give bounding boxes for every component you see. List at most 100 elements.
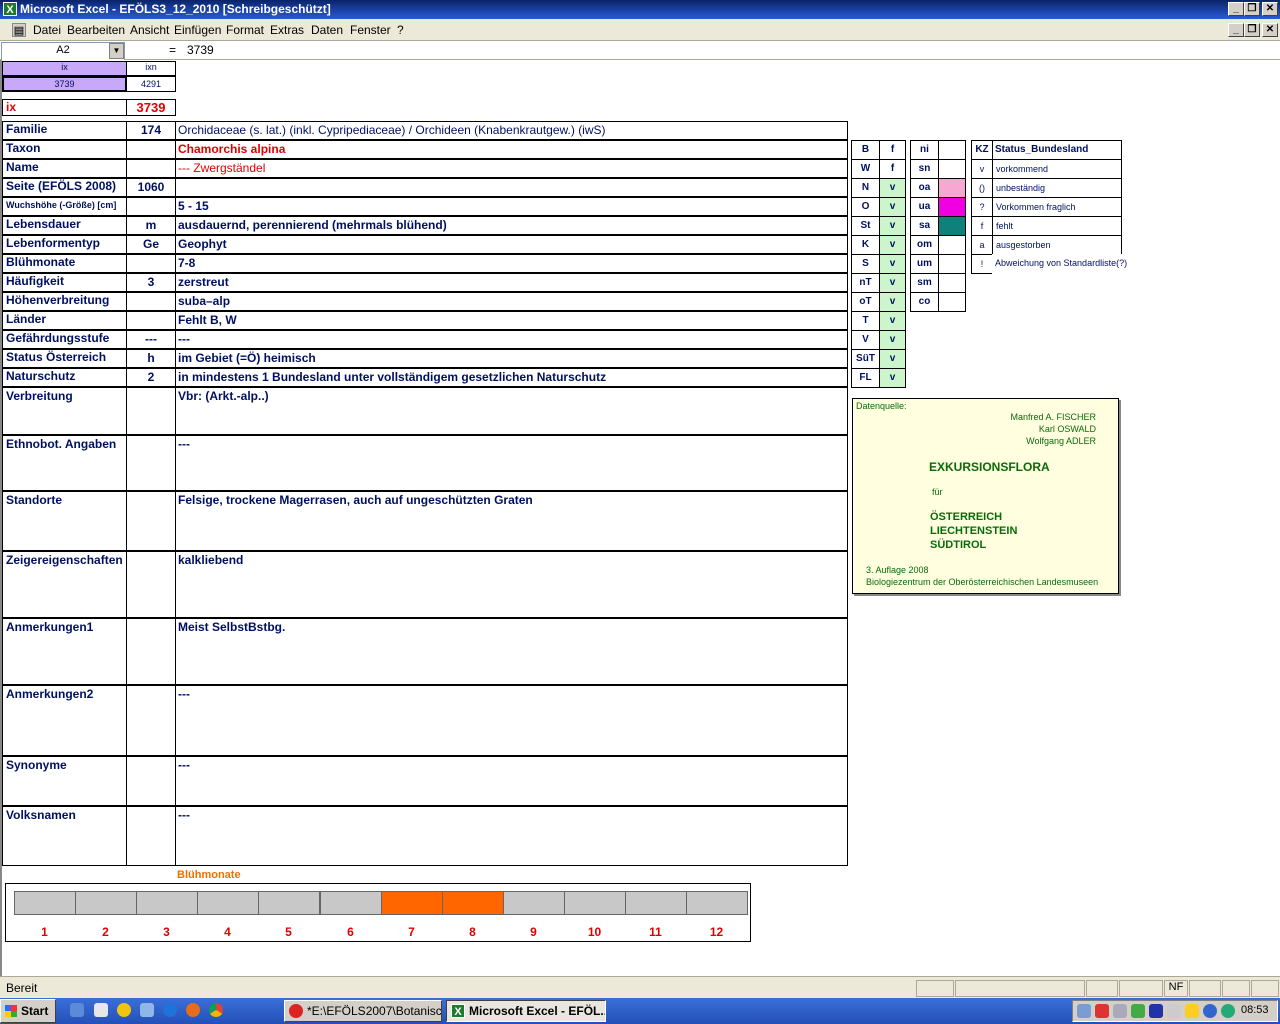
formula-input[interactable]: 3739 — [187, 43, 214, 57]
menu-daten[interactable]: Daten — [311, 23, 343, 37]
note-text[interactable]: Felsige, trockene Magerrasen, auch auf u… — [175, 491, 848, 551]
zone-color-swatch[interactable] — [938, 159, 966, 179]
row-text[interactable]: ausdauernd, perennierend (mehrmals blühe… — [175, 216, 848, 235]
note-text[interactable]: --- — [175, 685, 848, 756]
close-button[interactable]: ✕ — [1262, 2, 1278, 16]
row-label[interactable]: Status Österreich — [2, 349, 127, 368]
bundesland-code[interactable]: W — [851, 159, 880, 179]
status-key[interactable]: ! — [971, 254, 993, 274]
row-code[interactable]: h — [126, 349, 176, 368]
status-desc[interactable]: Vorkommen fraglich — [992, 197, 1122, 217]
menu-format[interactable]: Format — [226, 23, 264, 37]
note-code[interactable] — [126, 491, 176, 551]
row-label[interactable]: Naturschutz — [2, 368, 127, 387]
network-icon[interactable] — [140, 1003, 154, 1017]
row-text[interactable]: in mindestens 1 Bundesland unter vollstä… — [175, 368, 848, 387]
note-text[interactable]: --- — [175, 806, 848, 866]
ix-header[interactable]: ix — [2, 61, 127, 76]
warning-icon[interactable] — [1185, 1004, 1199, 1018]
bundesland-code[interactable]: B — [851, 140, 880, 160]
menu-bearbeiten[interactable]: Bearbeiten — [67, 23, 125, 37]
row-text[interactable]: --- Zwergständel — [175, 159, 848, 178]
nvidia-icon[interactable] — [1167, 1004, 1181, 1018]
note-text[interactable]: Vbr: (Arkt.-alp..) — [175, 387, 848, 435]
status-key[interactable]: v — [971, 159, 993, 179]
bundesland-status[interactable]: v — [879, 311, 906, 331]
note-label[interactable]: Ethnobot. Angaben — [2, 435, 127, 491]
menu-einfuegen[interactable]: Einfügen — [174, 23, 221, 37]
bundesland-status[interactable]: v — [879, 197, 906, 217]
note-code[interactable] — [126, 387, 176, 435]
zone-color-swatch[interactable] — [938, 273, 966, 293]
note-label[interactable]: Verbreitung — [2, 387, 127, 435]
note-label[interactable]: Synonyme — [2, 756, 127, 806]
zone-color-swatch[interactable] — [938, 254, 966, 274]
start-button[interactable]: Start — [0, 999, 56, 1023]
zone-color-swatch[interactable] — [938, 292, 966, 312]
zone-color-swatch[interactable] — [938, 140, 966, 160]
zone-code[interactable]: sm — [910, 273, 939, 293]
ixn-value-cell[interactable]: 4291 — [126, 76, 176, 92]
note-label[interactable]: Anmerkungen1 — [2, 618, 127, 685]
note-code[interactable] — [126, 756, 176, 806]
bundesland-status[interactable]: v — [879, 254, 906, 274]
menu-ansicht[interactable]: Ansicht — [130, 23, 169, 37]
zone-code[interactable]: sa — [910, 216, 939, 236]
doc-restore-button[interactable]: ❐ — [1244, 23, 1260, 37]
row-code[interactable]: --- — [126, 330, 176, 349]
row-label[interactable]: Wuchshöhe (-Größe) [cm] — [2, 197, 127, 216]
row-text[interactable]: zerstreut — [175, 273, 848, 292]
show-desktop-icon[interactable] — [70, 1003, 84, 1017]
row-code[interactable] — [126, 140, 176, 159]
status-desc[interactable]: ausgestorben — [992, 235, 1122, 255]
menu-help[interactable]: ? — [397, 23, 404, 37]
row-text[interactable]: Geophyt — [175, 235, 848, 254]
row-code[interactable]: 174 — [126, 121, 176, 140]
firefox-icon[interactable] — [186, 1003, 200, 1017]
bundesland-status[interactable]: v — [879, 349, 906, 369]
name-box[interactable]: A2 — [1, 42, 125, 61]
note-code[interactable] — [126, 685, 176, 756]
ix-big-value[interactable]: 3739 — [126, 99, 176, 116]
workbook-icon[interactable]: ▤ — [12, 23, 26, 37]
note-label[interactable]: Volksnamen — [2, 806, 127, 866]
row-text[interactable]: Fehlt B, W — [175, 311, 848, 330]
status-header-label[interactable]: Status_Bundesland — [992, 140, 1122, 160]
ix-label[interactable]: ix — [2, 99, 127, 116]
row-code[interactable] — [126, 254, 176, 273]
row-label[interactable]: Taxon — [2, 140, 127, 159]
update-icon[interactable] — [1221, 1004, 1235, 1018]
status-key[interactable]: ? — [971, 197, 993, 217]
row-label[interactable]: Blühmonate — [2, 254, 127, 273]
bundesland-code[interactable]: S — [851, 254, 880, 274]
row-text[interactable]: 5 - 15 — [175, 197, 848, 216]
row-code[interactable] — [126, 159, 176, 178]
taskbar-task-excel[interactable]: X Microsoft Excel - EFÖL... — [446, 1000, 606, 1022]
status-key[interactable]: a — [971, 235, 993, 255]
restore-button[interactable]: ❐ — [1244, 2, 1260, 16]
bundesland-status[interactable]: v — [879, 216, 906, 236]
bundesland-code[interactable]: O — [851, 197, 880, 217]
row-label[interactable]: Familie — [2, 121, 127, 140]
row-text[interactable] — [175, 178, 848, 197]
bundesland-code[interactable]: St — [851, 216, 880, 236]
status-desc[interactable]: Abweichung von Standardliste(?) — [992, 254, 1127, 274]
row-code[interactable]: 2 — [126, 368, 176, 387]
row-text[interactable]: 7-8 — [175, 254, 848, 273]
info-icon[interactable] — [1203, 1004, 1217, 1018]
bundesland-code[interactable]: V — [851, 330, 880, 350]
menu-datei[interactable]: Datei — [33, 23, 61, 37]
explorer-icon[interactable] — [94, 1003, 108, 1017]
zone-code[interactable]: oa — [910, 178, 939, 198]
row-code[interactable]: 3 — [126, 273, 176, 292]
shield-icon[interactable] — [1149, 1004, 1163, 1018]
row-label[interactable]: Gefährdungsstufe — [2, 330, 127, 349]
note-text[interactable]: --- — [175, 756, 848, 806]
zone-code[interactable]: ni — [910, 140, 939, 160]
row-code[interactable] — [126, 197, 176, 216]
row-code[interactable]: Ge — [126, 235, 176, 254]
chevron-down-icon[interactable]: ▼ — [109, 43, 124, 59]
row-label[interactable]: Höhenverbreitung — [2, 292, 127, 311]
note-label[interactable]: Anmerkungen2 — [2, 685, 127, 756]
row-code[interactable] — [126, 292, 176, 311]
